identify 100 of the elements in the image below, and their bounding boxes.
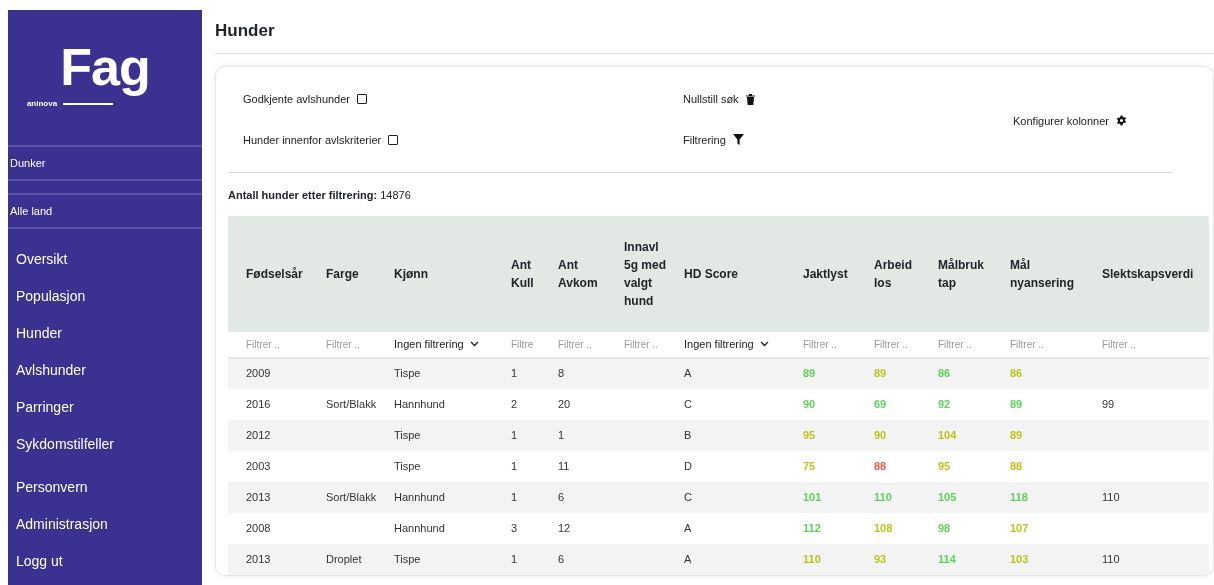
table-cell: B	[684, 428, 692, 441]
table-cell: 1	[511, 459, 518, 472]
table-cell: A	[684, 521, 692, 534]
nav-link[interactable]: Oversikt	[8, 241, 202, 278]
checkbox[interactable]	[388, 134, 399, 145]
settings-icon	[1116, 115, 1127, 127]
filter-field[interactable]: Filtrer ..	[1010, 336, 1090, 352]
result-count: Antall hunder etter filtrering: 14876	[228, 188, 412, 203]
page-title: Hunder	[215, 10, 1214, 54]
nav-link[interactable]: Hunder	[8, 315, 202, 352]
table-cell: A	[684, 552, 692, 565]
score-value: 112	[803, 521, 821, 534]
column-header: Fødselsår	[228, 215, 318, 332]
reset-search-button[interactable]: Nullstill søk	[683, 91, 755, 108]
score-value: 88	[1010, 459, 1023, 472]
table-cell: Tispe	[394, 367, 421, 380]
checkbox-label[interactable]: Godkjente avlshunder	[243, 91, 683, 108]
table-cell: Tispe	[394, 459, 421, 472]
table-cell: 110	[1102, 552, 1120, 565]
score-value: 90	[874, 428, 887, 441]
column-header: Slektskapsverdi	[1094, 215, 1209, 332]
column-header: Ant Kull	[503, 215, 550, 332]
table-cell: Droplet	[326, 552, 362, 565]
score-value: 95	[938, 459, 951, 472]
logo-text: Fag	[60, 38, 150, 98]
checkbox[interactable]	[357, 94, 367, 105]
score-value: 104	[938, 428, 957, 441]
filter-field[interactable]: Filtrer ..	[246, 336, 314, 352]
score-value: 98	[938, 521, 951, 534]
nav-link[interactable]: Avlshunder	[8, 352, 202, 389]
table-cell: Hannhund	[394, 490, 445, 503]
brand-text: aninova	[26, 97, 58, 110]
filter-field[interactable]: Filtrer ..	[874, 336, 926, 352]
table-cell: 6	[558, 490, 565, 503]
table-cell: 2008	[246, 521, 271, 534]
table-cell: Sort/Blakk	[326, 397, 377, 410]
score-value: 69	[874, 397, 887, 410]
table-cell: Tispe	[394, 428, 421, 441]
score-value: 90	[803, 397, 816, 410]
table-cell: A	[684, 367, 692, 380]
nav-link[interactable]: Personvern	[8, 469, 202, 506]
table-cell: 2013	[246, 552, 271, 565]
nav-link[interactable]: Administrasjon	[8, 506, 202, 543]
table-cell: Sort/Blakk	[326, 490, 377, 503]
table-cell: 12	[558, 521, 571, 534]
score-value: 105	[938, 490, 957, 503]
trash-icon	[745, 93, 755, 105]
country-selector[interactable]: Alle land	[8, 193, 202, 229]
checkbox-label[interactable]: Hunder innenfor avlskriterier	[243, 131, 683, 148]
score-value: 92	[938, 397, 951, 410]
column-header: Innavl 5g med valgt hund	[616, 215, 676, 332]
column-header: Ant Avkom	[550, 215, 616, 332]
column-header: Jaktlyst	[795, 215, 866, 332]
table-cell: D	[684, 459, 692, 472]
column-header: Farge	[318, 215, 386, 332]
table-cell: 1	[511, 367, 518, 380]
filter-button[interactable]: Filtrering	[683, 131, 744, 148]
table-cell: 20	[558, 397, 571, 410]
filter-field[interactable]: Filtrer ..	[624, 336, 672, 352]
table-cell: 2003	[246, 459, 271, 472]
score-value: 95	[803, 428, 816, 441]
score-value: 101	[803, 490, 822, 503]
nav-link[interactable]: Populasjon	[8, 278, 202, 315]
table-cell: Hannhund	[394, 397, 445, 410]
table-cell: 3	[511, 521, 518, 534]
filter-dropdown[interactable]: Ingen filtrering	[684, 335, 769, 353]
score-value: 88	[874, 459, 887, 472]
column-header: Arbeid los	[866, 215, 930, 332]
table-cell: 1	[511, 428, 518, 441]
filter-field[interactable]: Filtre	[511, 336, 546, 352]
table-cell: Tispe	[394, 552, 421, 565]
table-cell: Hannhund	[394, 521, 445, 534]
filter-field[interactable]: Filtrer ..	[558, 336, 612, 352]
score-value: 89	[1010, 397, 1023, 410]
table-cell: 99	[1102, 397, 1115, 410]
filter-field[interactable]: Filtrer ..	[326, 336, 382, 352]
table-cell: 11	[558, 459, 570, 472]
table-cell: 1	[511, 490, 518, 503]
nav-link[interactable]: Sykdomstilfeller	[8, 426, 202, 463]
filter-icon	[732, 134, 744, 146]
score-value: 89	[874, 367, 887, 380]
nav-link[interactable]: Logg ut	[8, 543, 202, 580]
nav-link[interactable]: Parringer	[8, 389, 202, 426]
configure-columns-button[interactable]: Konfigurer kolonner	[1013, 112, 1127, 129]
table-cell: 1	[511, 552, 518, 565]
table-cell: 2016	[246, 397, 271, 410]
table-cell: 1	[558, 428, 565, 441]
filter-field[interactable]: Filtrer ..	[803, 336, 862, 352]
score-value: 103	[1010, 552, 1029, 565]
table-cell: C	[684, 490, 692, 503]
filter-field[interactable]: Filtrer ..	[1102, 336, 1205, 352]
filter-dropdown[interactable]: Ingen filtrering	[394, 335, 479, 353]
column-header: Mål nyansering	[1002, 215, 1094, 332]
table-cell: 110	[1102, 490, 1120, 503]
table-cell: 2013	[246, 490, 271, 503]
score-value: 86	[938, 367, 951, 380]
score-value: 93	[874, 552, 887, 565]
filter-field[interactable]: Filtrer ..	[938, 336, 998, 352]
breed-selector[interactable]: Dunker	[8, 145, 202, 181]
score-value: 110	[803, 552, 821, 565]
